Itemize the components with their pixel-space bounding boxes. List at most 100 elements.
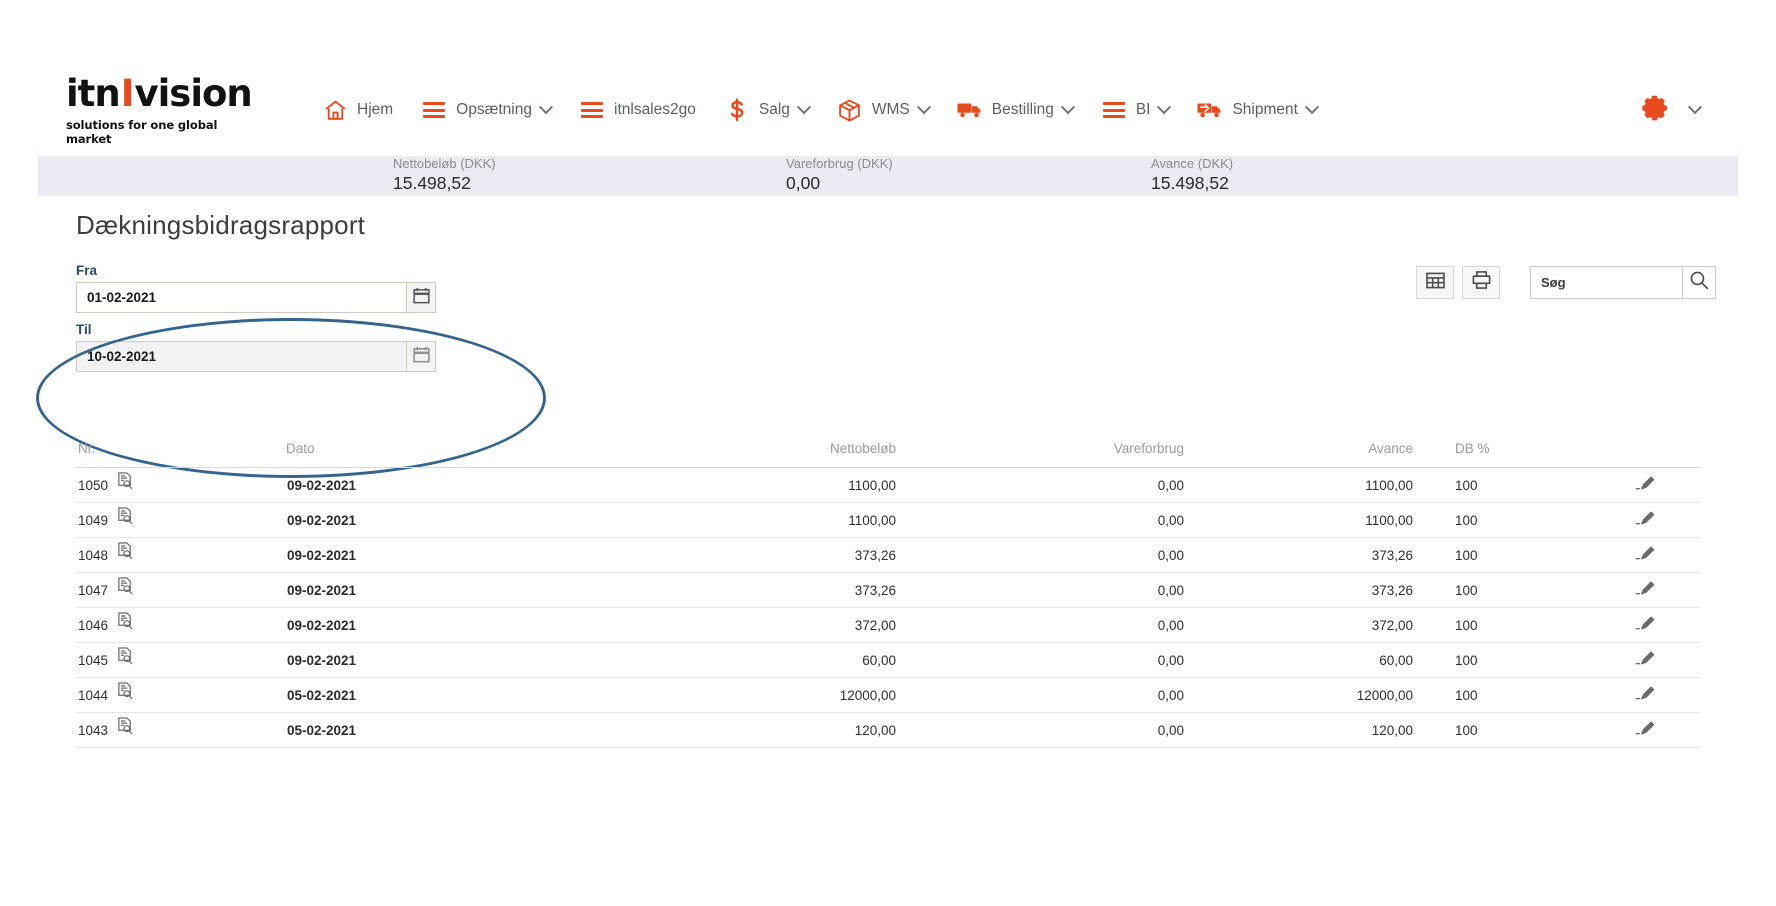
from-label: Fra [76,263,98,278]
nav-item-salg[interactable]: Salg [710,85,823,135]
nav-label-bi: BI [1135,101,1151,118]
col-header-actions [1591,441,1700,468]
page-title: Dækningsbidragsrapport [76,210,366,240]
col-header-db[interactable]: DB % [1431,441,1591,468]
document-search-icon[interactable] [117,472,134,490]
document-search-icon[interactable] [117,542,134,560]
settings-menu-button[interactable] [1641,94,1703,126]
chevron-down-icon [1687,100,1703,115]
pencil-icon[interactable] [1635,616,1657,635]
cell-dato: 05-02-2021 [286,712,546,748]
cell-vareforbrug: 0,00 [916,642,1206,678]
from-date-input[interactable] [76,282,406,313]
pencil-icon[interactable] [1635,721,1657,740]
search-icon [1689,270,1709,295]
nav-label-hjem: Hjem [357,101,394,118]
row-number: 1050 [78,477,109,493]
cell-dato: 09-02-2021 [286,607,546,643]
kpi-value: 15.498,52 [1151,173,1229,193]
col-header-vareforbrug[interactable]: Vareforbrug [916,441,1206,468]
pencil-icon[interactable] [1635,476,1657,495]
nav-item-shipment[interactable]: Shipment [1183,85,1330,135]
cell-nr: 1046 [76,607,286,643]
cell-vareforbrug: 0,00 [916,537,1206,573]
home-icon [322,97,348,123]
chevron-down-icon [1304,100,1320,115]
col-header-nettobelob[interactable]: Nettobeløb [546,441,916,468]
brand-logo[interactable]: itn Ivision solutions for one global mark… [66,75,258,146]
col-header-nr[interactable]: Nr. [76,441,286,468]
nav-item-hjem[interactable]: Hjem [308,85,407,135]
table-row[interactable]: 1044 05-02-2021 12000,00 0,00 12000,00 100 [76,677,1700,713]
search-button[interactable] [1682,266,1716,299]
kpi-vareforbrug: Vareforbrug (DKK) 0,00 [786,156,893,196]
nav-label-itnlsales2go: itnlsales2go [614,101,696,118]
to-date-input[interactable] [76,341,406,372]
col-header-dato[interactable]: Dato [286,441,546,468]
search-input[interactable] [1530,266,1682,299]
cell-dato: 05-02-2021 [286,677,546,713]
table-row[interactable]: 1046 09-02-2021 372,00 0,00 372,00 100 [76,607,1700,643]
document-search-icon[interactable] [117,577,134,595]
summary-strip: Nettobeløb (DKK) 15.498,52 Vareforbrug (… [38,156,1738,196]
cell-db: 100 [1431,467,1591,503]
cell-vareforbrug: 0,00 [916,677,1206,713]
cell-vareforbrug: 0,00 [916,502,1206,538]
pencil-icon[interactable] [1635,651,1657,670]
app-shell: itn Ivision solutions for one global mark… [36,64,1738,906]
cell-actions [1591,572,1700,608]
pencil-icon[interactable] [1635,546,1657,565]
logo-text-first: itn [66,71,121,115]
nav-item-wms[interactable]: WMS [823,85,943,135]
row-number: 1049 [78,512,109,528]
cell-actions [1591,502,1700,538]
kpi-label: Vareforbrug (DKK) [786,156,893,171]
calendar-icon [412,346,430,368]
cell-nr: 1047 [76,572,286,608]
document-search-icon[interactable] [117,647,134,665]
report-table-container: Nr. Dato Nettobeløb Vareforbrug Avance D… [76,441,1700,748]
document-search-icon[interactable] [117,612,134,630]
nav-item-opsaetning[interactable]: Opsætning [407,85,565,135]
chevron-down-icon [538,100,554,115]
from-calendar-button[interactable] [406,282,436,313]
dollar-icon [724,97,750,123]
to-calendar-button[interactable] [406,341,436,372]
to-label: Til [76,322,92,337]
cell-dato: 09-02-2021 [286,467,546,503]
cell-nr: 1043 [76,712,286,748]
table-row[interactable]: 1045 09-02-2021 60,00 0,00 60,00 100 [76,642,1700,678]
pencil-icon[interactable] [1635,511,1657,530]
chevron-down-icon [1060,100,1075,115]
table-row[interactable]: 1048 09-02-2021 373,26 0,00 373,26 100 [76,537,1700,573]
nav-item-bestilling[interactable]: Bestilling [943,85,1087,135]
cell-nettobelob: 1100,00 [546,502,916,538]
table-row[interactable]: 1049 09-02-2021 1100,00 0,00 1100,00 100 [76,502,1700,538]
cell-actions [1591,607,1700,643]
table-row[interactable]: 1050 09-02-2021 1100,00 0,00 1100,00 100 [76,467,1700,503]
cell-db: 100 [1431,712,1591,748]
cell-db: 100 [1431,537,1591,573]
pencil-icon[interactable] [1635,581,1657,600]
cell-avance: 372,00 [1206,607,1431,643]
nav-label-shipment: Shipment [1232,101,1298,118]
nav-item-bi[interactable]: BI [1087,85,1184,135]
cell-db: 100 [1431,677,1591,713]
col-header-avance[interactable]: Avance [1206,441,1431,468]
cell-nr: 1048 [76,537,286,573]
document-search-icon[interactable] [117,507,134,525]
document-search-icon[interactable] [117,682,134,700]
table-header: Nr. Dato Nettobeløb Vareforbrug Avance D… [76,441,1700,468]
grid-view-button[interactable] [1416,266,1454,299]
pencil-icon[interactable] [1635,686,1657,705]
nav-label-opsaetning: Opsætning [456,101,532,118]
nav-item-itnlsales2go[interactable]: itnlsales2go [565,85,710,135]
box-icon [837,97,863,123]
table-row[interactable]: 1047 09-02-2021 373,26 0,00 373,26 100 [76,572,1700,608]
table-row[interactable]: 1043 05-02-2021 120,00 0,00 120,00 100 [76,712,1700,748]
hamburger-icon [579,97,605,123]
cell-dato: 09-02-2021 [286,537,546,573]
document-search-icon[interactable] [117,717,134,735]
print-button[interactable] [1462,266,1500,299]
logo-accent-bar: I [120,71,135,115]
